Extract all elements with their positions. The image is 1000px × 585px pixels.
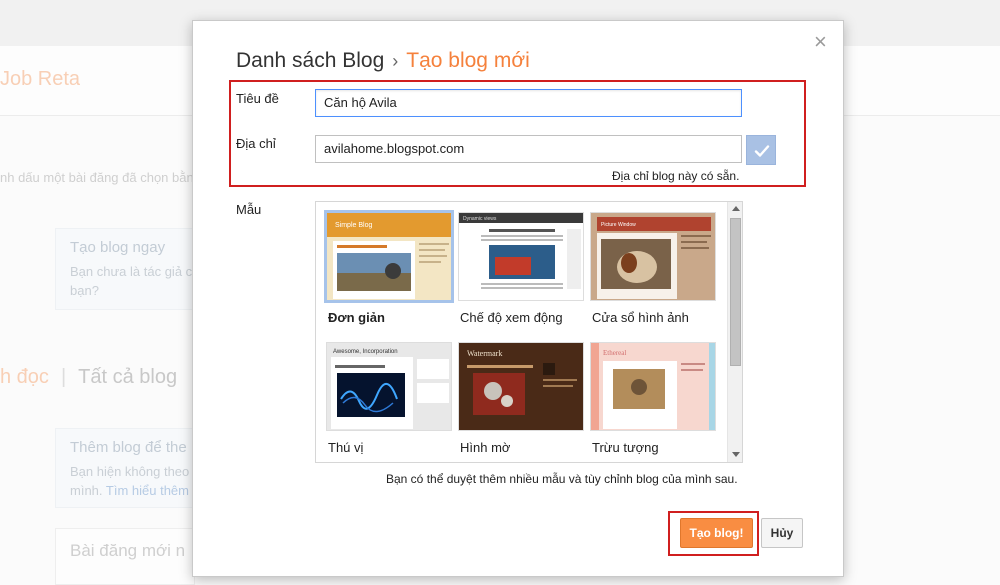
template-dynamic-views-preview: Dynamic views — [458, 212, 584, 301]
template-dynamic-views-name: Chế độ xem động — [460, 310, 563, 325]
follow-blogs-card-line1: Bạn hiện không theo — [70, 464, 190, 479]
scrollbar-thumb[interactable] — [730, 218, 741, 366]
follow-blogs-card: Thêm blog để the Bạn hiện không theo mìn… — [55, 428, 195, 508]
template-ethereal-preview: Ethereal — [590, 342, 716, 431]
address-available-check — [746, 135, 776, 165]
follow-blogs-card-title: Thêm blog để the — [70, 439, 187, 456]
template-watermark-name: Hình mờ — [460, 440, 511, 455]
template-picture-window-preview: Picture Window — [590, 212, 716, 301]
title-label: Tiêu đề — [236, 91, 279, 106]
checkmark-icon — [754, 145, 770, 157]
create-blog-card-title: Tạo blog ngay — [70, 239, 166, 256]
blog-name: Job Reta — [0, 68, 81, 90]
breadcrumb: Danh sách Blog › Tạo blog mới — [236, 49, 530, 73]
create-blog-card: Tạo blog ngay Bạn chưa là tác giả c bạn? — [55, 228, 195, 310]
template-awesome-name: Thú vị — [328, 440, 364, 455]
follow-blogs-card-line2-text: mình. — [70, 483, 103, 498]
template-label: Mẫu — [236, 202, 262, 217]
template-ethereal-header: Ethereal — [603, 349, 626, 357]
reading-list-tabs: h đọc | Tất cả blog — [0, 366, 177, 389]
breadcrumb-new-blog: Tạo blog mới — [406, 49, 530, 72]
template-simple-preview: Simple Blog — [324, 210, 454, 303]
new-posts-section: Bài đăng mới n — [55, 528, 195, 585]
template-picture-window-header: Picture Window — [601, 222, 636, 228]
create-blog-button[interactable]: Tạo blog! — [680, 518, 753, 548]
scroll-up-arrow-icon[interactable] — [732, 206, 740, 211]
create-blog-card-line1: Bạn chưa là tác giả c — [70, 264, 193, 279]
template-awesome-header: Awesome, Incorporation — [333, 349, 398, 355]
learn-more-link[interactable]: Tìm hiểu thêm — [106, 483, 189, 498]
create-blog-dialog: × Danh sách Blog › Tạo blog mới Tiêu đề Că… — [192, 20, 844, 577]
cancel-button[interactable]: Hủy — [761, 518, 803, 548]
template-picture-window-name: Cửa sổ hình ảnh — [592, 310, 689, 325]
template-watermark-preview: Watermark — [458, 342, 584, 431]
title-input[interactable]: Căn hộ Avila — [315, 89, 742, 117]
template-scrollbar[interactable] — [727, 202, 742, 462]
address-label: Địa chỉ — [236, 136, 276, 151]
tab-all-blogs[interactable]: Tất cả blog — [78, 366, 177, 388]
template-awesome-preview: Awesome, Incorporation — [326, 342, 452, 431]
breadcrumb-separator-icon: › — [392, 51, 399, 71]
follow-blogs-card-line2: mình. Tìm hiểu thêm — [70, 481, 189, 500]
scroll-down-arrow-icon[interactable] — [732, 452, 740, 457]
browse-templates-note: Bạn có thể duyệt thêm nhiều mẫu và tùy c… — [386, 472, 738, 486]
close-icon[interactable]: × — [814, 31, 827, 53]
template-watermark-header: Watermark — [467, 349, 502, 358]
template-simple-header: Simple Blog — [335, 222, 372, 229]
address-input[interactable]: avilahome.blogspot.com — [315, 135, 742, 163]
template-ethereal-name: Trừu tượng — [592, 440, 659, 455]
hint-text: nh dấu một bài đăng đã chọn bằn — [0, 170, 194, 185]
create-blog-card-line2: bạn? — [70, 283, 99, 298]
template-picker: Simple Blog Đơn giản Dynamic views Chế đ… — [315, 201, 743, 463]
template-simple-name: Đơn giản — [328, 310, 385, 325]
breadcrumb-blog-list[interactable]: Danh sách Blog — [236, 49, 384, 72]
template-dynamic-views-header: Dynamic views — [463, 216, 497, 222]
address-status: Địa chỉ blog này có sẵn. — [612, 169, 740, 183]
tab-separator: | — [60, 366, 67, 388]
tab-reading-list[interactable]: h đọc — [0, 366, 49, 388]
